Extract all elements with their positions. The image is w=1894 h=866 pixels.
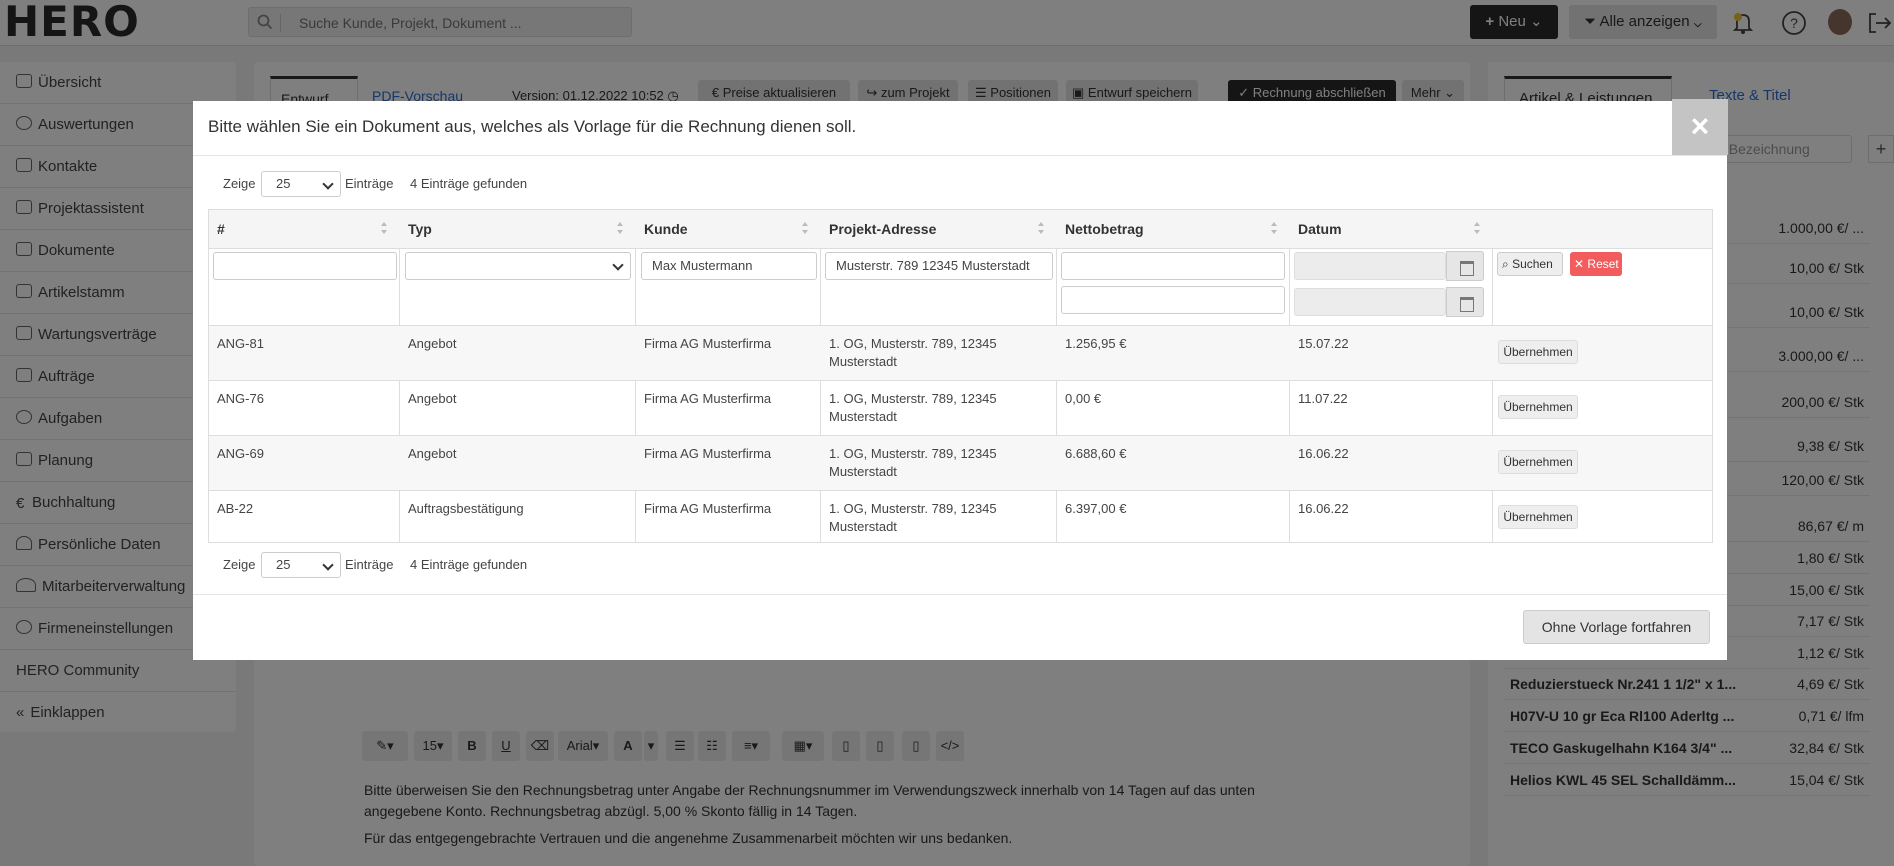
column-header-typ[interactable]: Typ: [400, 210, 635, 248]
chevron-down-icon: [322, 559, 334, 571]
continue-without-template-button[interactable]: Ohne Vorlage fortfahren: [1523, 610, 1710, 644]
cell-nr: ANG-76: [217, 391, 264, 406]
sort-icon: [1038, 222, 1044, 236]
button-label: Ohne Vorlage fortfahren: [1541, 619, 1692, 635]
cell-datum: 15.07.22: [1298, 336, 1349, 351]
header-label: #: [217, 221, 225, 237]
row-divider: [209, 248, 1712, 249]
button-label: Übernehmen: [1503, 400, 1573, 414]
page-size-select[interactable]: 25: [261, 552, 341, 578]
button-label: Übernehmen: [1503, 345, 1573, 359]
dialog-title: Bitte wählen Sie ein Dokument aus, welch…: [208, 117, 857, 136]
close-button[interactable]: ×: [1672, 99, 1728, 155]
button-label: Übernehmen: [1503, 455, 1573, 469]
divider: [193, 155, 1727, 156]
cell-adresse: 1. OG, Musterstr. 789, 12345 Musterstadt: [829, 501, 997, 534]
reset-button[interactable]: ✕ Reset: [1570, 252, 1622, 276]
cell-typ: Angebot: [408, 336, 457, 351]
filter-netto-to-input[interactable]: [1061, 286, 1285, 314]
page-size-value: 25: [276, 176, 291, 191]
filter-netto-from-input[interactable]: [1061, 252, 1285, 280]
entries-found: 4 Einträge gefunden: [410, 557, 528, 572]
column-header-datum[interactable]: Datum: [1290, 210, 1492, 248]
column-header-nr[interactable]: #: [209, 210, 399, 248]
close-icon: ✕: [1574, 257, 1585, 271]
column-header-adresse[interactable]: Projekt-Adresse: [821, 210, 1056, 248]
cell-datum: 16.06.22: [1298, 446, 1349, 461]
sort-icon: [617, 222, 623, 236]
filter-typ-select[interactable]: [405, 252, 631, 280]
table-row[interactable]: ANG-69 Angebot Firma AG Musterfirma 1. O…: [209, 436, 1712, 490]
cell-kunde: Firma AG Musterfirma: [644, 501, 772, 516]
search-button[interactable]: ⌕ Suchen: [1497, 252, 1563, 276]
header-label: Kunde: [644, 221, 688, 237]
cell-netto: 1.256,95 €: [1065, 336, 1127, 351]
cell-netto: 6.688,60 €: [1065, 446, 1127, 461]
filter-nr-input[interactable]: [213, 252, 397, 280]
page-size-value: 25: [276, 557, 291, 572]
cell-typ: Angebot: [408, 446, 457, 461]
cell-datum: 16.06.22: [1298, 501, 1349, 516]
cell-nr: ANG-69: [217, 446, 264, 461]
cell-kunde: Firma AG Musterfirma: [644, 446, 772, 461]
filter-date-to-input[interactable]: [1294, 288, 1446, 316]
entries-label: Einträge: [345, 557, 394, 572]
divider: [193, 594, 1727, 595]
calendar-icon[interactable]: [1446, 251, 1484, 281]
take-over-button[interactable]: Übernehmen: [1498, 505, 1578, 529]
button-label: Übernehmen: [1503, 510, 1573, 524]
sort-icon: [802, 222, 808, 236]
cell-datum: 11.07.22: [1298, 391, 1348, 406]
table-row[interactable]: ANG-81 Angebot Firma AG Musterfirma 1. O…: [209, 326, 1712, 380]
cell-typ: Angebot: [408, 391, 457, 406]
header-label: Nettobetrag: [1065, 221, 1144, 237]
button-label: Suchen: [1512, 257, 1553, 271]
sort-icon: [1474, 222, 1480, 236]
header-label: Typ: [408, 221, 432, 237]
show-label: Zeige: [223, 557, 256, 572]
entries-found: 4 Einträge gefunden: [410, 176, 528, 191]
chevron-down-icon: [612, 259, 624, 271]
cell-nr: AB-22: [217, 501, 254, 516]
header-label: Projekt-Adresse: [829, 221, 937, 237]
cell-typ: Auftragsbestätigung: [408, 501, 524, 516]
column-header-nettobetrag[interactable]: Nettobetrag: [1057, 210, 1289, 248]
cell-adresse: 1. OG, Musterstr. 789, 12345 Musterstadt: [829, 336, 997, 369]
documents-table: # Typ Kunde Projekt-Adresse Nettobetrag …: [208, 209, 1713, 543]
filter-kunde-input[interactable]: Max Mustermann: [641, 252, 817, 280]
sort-icon: [381, 222, 387, 236]
cell-kunde: Firma AG Musterfirma: [644, 336, 772, 351]
calendar-icon[interactable]: [1446, 287, 1484, 317]
search-icon: ⌕: [1502, 257, 1509, 271]
filter-date-from-input[interactable]: [1294, 252, 1446, 280]
take-over-button[interactable]: Übernehmen: [1498, 450, 1578, 474]
take-over-button[interactable]: Übernehmen: [1498, 395, 1578, 419]
cell-nr: ANG-81: [217, 336, 264, 351]
cell-adresse: 1. OG, Musterstr. 789, 12345 Musterstadt: [829, 446, 997, 479]
chevron-down-icon: [322, 178, 334, 190]
button-label: Reset: [1587, 257, 1619, 271]
table-row[interactable]: AB-22 Auftragsbestätigung Firma AG Muste…: [209, 491, 1712, 543]
page-size-select[interactable]: 25: [261, 171, 341, 197]
cell-netto: 0,00 €: [1065, 391, 1102, 406]
entries-label: Einträge: [345, 176, 394, 191]
sort-icon: [1271, 222, 1277, 236]
cell-netto: 6.397,00 €: [1065, 501, 1127, 516]
header-label: Datum: [1298, 221, 1342, 237]
close-icon: ×: [1690, 108, 1710, 144]
filter-adresse-input[interactable]: Musterstr. 789 12345 Musterstadt: [825, 252, 1053, 280]
column-header-kunde[interactable]: Kunde: [636, 210, 820, 248]
cell-adresse: 1. OG, Musterstr. 789, 12345 Musterstadt: [829, 391, 997, 424]
take-over-button[interactable]: Übernehmen: [1498, 340, 1578, 364]
show-label: Zeige: [223, 176, 256, 191]
template-select-dialog: Bitte wählen Sie ein Dokument aus, welch…: [193, 99, 1728, 660]
cell-kunde: Firma AG Musterfirma: [644, 391, 772, 406]
table-row[interactable]: ANG-76 Angebot Firma AG Musterfirma 1. O…: [209, 381, 1712, 435]
